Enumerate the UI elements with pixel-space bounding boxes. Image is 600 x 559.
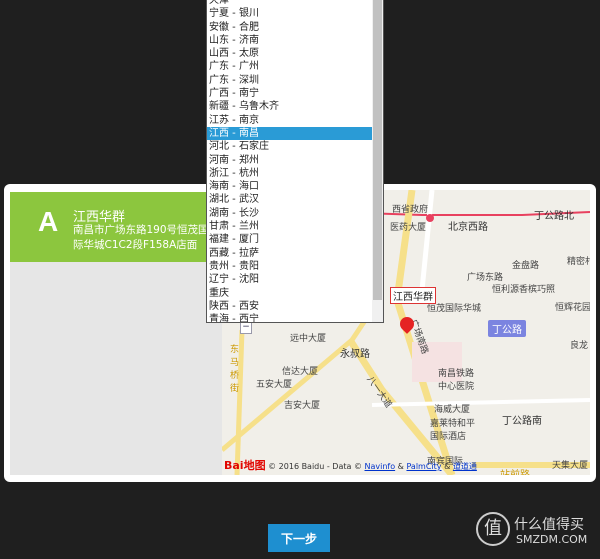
baidu-map-logo: Bai地图 [224, 459, 266, 472]
map-label: 西省政府 [392, 205, 429, 215]
city-option[interactable]: 天津 [207, 0, 373, 7]
city-option[interactable]: 江西 - 南昌 [207, 126, 373, 141]
map-label: 嘉莱特和平国际酒店 [430, 419, 476, 442]
map-label: 医药大厦 [390, 223, 427, 233]
daodaotong-link[interactable]: 道道通 [453, 462, 477, 471]
watermark-domain: SMZDM.COM [516, 533, 588, 546]
map-label: 恒利源香槟巧照 [492, 285, 556, 295]
map-label: 金盘路 [512, 261, 540, 271]
city-option[interactable]: 青海 - 西宁 [207, 313, 373, 322]
city-option[interactable]: 新疆 - 乌鲁木齐 [207, 100, 373, 113]
navinfo-link[interactable]: Navinfo [365, 462, 396, 471]
map-label: 丁公路北 [534, 211, 574, 222]
watermark-logo-icon: 值 [476, 512, 510, 546]
city-option[interactable]: 河北 - 石家庄 [207, 140, 373, 153]
city-option[interactable]: 贵州 - 贵阳 [207, 260, 373, 273]
subway-station-badge: 丁公路 [488, 320, 526, 337]
zoom-out-button[interactable]: − [240, 322, 252, 334]
city-option[interactable]: 福建 - 厦门 [207, 233, 373, 246]
palmcity-link[interactable]: PalmCity [406, 462, 441, 471]
store-list-area [10, 262, 222, 475]
amp: & [444, 462, 451, 471]
map-label: 永叔路 [340, 349, 370, 360]
city-option[interactable]: 广西 - 南宁 [207, 87, 373, 100]
city-option[interactable]: 宁夏 - 银川 [207, 7, 373, 20]
city-option[interactable]: 西藏 - 拉萨 [207, 247, 373, 260]
city-option[interactable]: 河南 - 郑州 [207, 154, 373, 167]
city-option[interactable]: 湖北 - 武汉 [207, 193, 373, 206]
city-option[interactable]: 广东 - 广州 [207, 60, 373, 73]
city-option[interactable]: 安徽 - 合肥 [207, 21, 373, 34]
map-label: 远中大厦 [290, 334, 327, 344]
map-label: 吉安大厦 [284, 401, 321, 411]
scrollbar[interactable] [372, 0, 383, 322]
copyright-text: © 2016 Baidu - Data © [268, 462, 362, 471]
city-option[interactable]: 江苏 - 南京 [207, 114, 373, 127]
city-option[interactable]: 广东 - 深圳 [207, 74, 373, 87]
map-label: 精密村 [567, 257, 590, 267]
map-label: 恒辉花园 [555, 303, 590, 313]
map-label: 南昌铁路中心医院 [438, 369, 475, 392]
city-option[interactable]: 浙江 - 杭州 [207, 167, 373, 180]
amp: & [397, 462, 404, 471]
city-option[interactable]: 湖南 - 长沙 [207, 207, 373, 220]
city-option[interactable]: 甘肃 - 兰州 [207, 220, 373, 233]
map-label: 良龙 [570, 341, 589, 351]
map-label: 东马桥街 [230, 345, 240, 394]
store-card[interactable]: A 江西华群 南昌市广场东路190号恒茂国际华城C1C2段F158A店面 [10, 192, 222, 262]
city-option[interactable]: 辽宁 - 沈阳 [207, 273, 373, 286]
map-label: 五安大厦 [256, 380, 293, 390]
map-label: 海威大厦 [434, 405, 471, 415]
marker-label[interactable]: 江西华群 [390, 287, 436, 304]
map-label: 站前路 [500, 466, 530, 475]
city-option[interactable]: 海南 - 海口 [207, 180, 373, 193]
city-option[interactable]: 山东 - 济南 [207, 34, 373, 47]
map-label: 信达大厦 [282, 367, 319, 377]
map-label: 丁公路南 [502, 416, 542, 427]
map-label: 北京西路 [448, 222, 488, 233]
city-dropdown-list[interactable]: 天津 宁夏 - 银川 安徽 - 合肥 山东 - 济南 山西 - 太原 广东 - 广州 广东 … [206, 0, 384, 323]
city-option[interactable]: 重庆 [207, 287, 373, 300]
next-step-button[interactable]: 下一步 [268, 524, 330, 552]
map-copyright: Bai地图 © 2016 Baidu - Data © Navinfo & Pa… [224, 457, 477, 473]
store-letter: A [38, 206, 59, 237]
city-option[interactable]: 陕西 - 西安 [207, 300, 373, 313]
city-option[interactable]: 山西 - 太原 [207, 47, 373, 60]
store-address: 南昌市广场东路190号恒茂国际华城C1C2段F158A店面 [73, 224, 209, 251]
map-label: 天集大厦 [552, 461, 589, 471]
scrollbar-thumb[interactable] [373, 0, 382, 300]
watermark-name: 什么值得买 [514, 517, 584, 533]
